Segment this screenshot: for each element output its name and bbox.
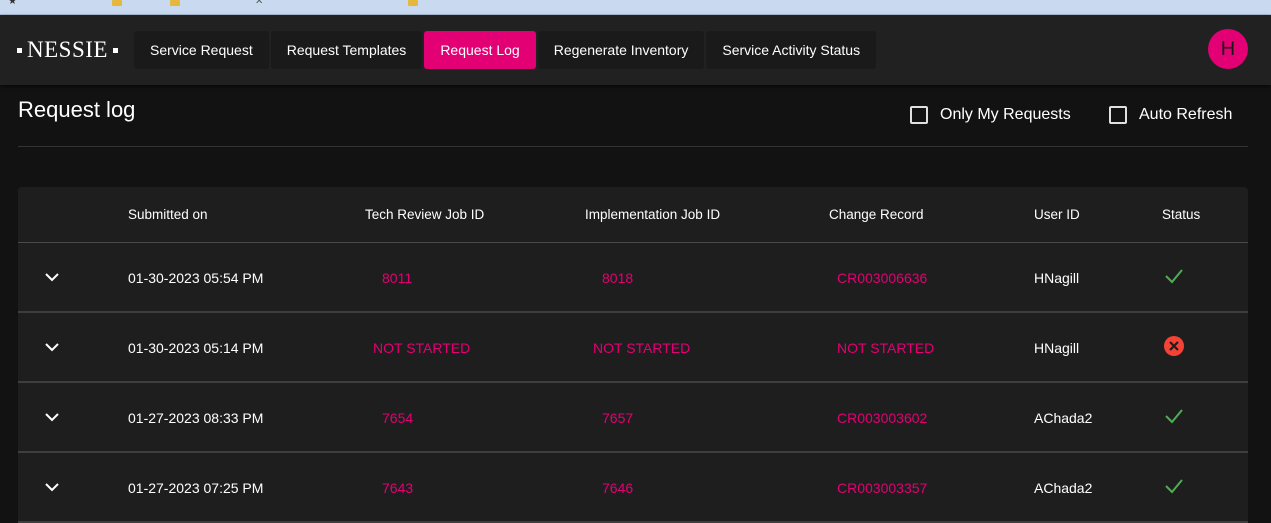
check-icon bbox=[1165, 269, 1183, 284]
tech-review-job-link[interactable]: NOT STARTED bbox=[373, 340, 470, 356]
tab-service-activity-status[interactable]: Service Activity Status bbox=[706, 31, 877, 69]
check-icon bbox=[1165, 409, 1183, 424]
error-icon bbox=[1164, 336, 1184, 356]
column-header-implementation-job-id[interactable]: Implementation Job ID bbox=[585, 207, 720, 222]
request-log-table: Submitted on Tech Review Job ID Implemen… bbox=[18, 187, 1248, 523]
bookmark-icon[interactable]: ✕ bbox=[255, 0, 263, 7]
app-header: NESSIE Service Request Request Templates… bbox=[0, 15, 1271, 85]
table-header: Submitted on Tech Review Job ID Implemen… bbox=[18, 187, 1248, 243]
implementation-job-link[interactable]: 7646 bbox=[602, 480, 633, 496]
change-record-link[interactable]: CR003006636 bbox=[837, 270, 927, 286]
star-icon[interactable]: ★ bbox=[8, 0, 17, 7]
user-id-cell: AChada2 bbox=[1034, 410, 1093, 426]
tech-review-job-link[interactable]: 7643 bbox=[382, 480, 413, 496]
column-header-tech-review-job-id[interactable]: Tech Review Job ID bbox=[365, 207, 484, 222]
folder-icon[interactable] bbox=[408, 0, 418, 6]
table-row: 01-30-2023 05:54 PM 8011 8018 CR00300663… bbox=[18, 243, 1248, 313]
tech-review-job-link[interactable]: 7654 bbox=[382, 410, 413, 426]
submitted-on-cell: 01-27-2023 07:25 PM bbox=[128, 480, 264, 496]
user-id-cell: HNagill bbox=[1034, 270, 1080, 286]
tech-review-job-link[interactable]: 8011 bbox=[382, 270, 412, 286]
only-my-requests-checkbox[interactable]: Only My Requests bbox=[910, 104, 1071, 126]
chevron-down-icon[interactable] bbox=[42, 407, 62, 427]
table-row: 01-27-2023 07:25 PM 7643 7646 CR00300335… bbox=[18, 453, 1248, 523]
page-title: Request log bbox=[18, 97, 136, 122]
table-row: 01-27-2023 08:33 PM 7654 7657 CR00300360… bbox=[18, 383, 1248, 453]
logo-mark-right bbox=[112, 47, 118, 53]
tab-service-request[interactable]: Service Request bbox=[134, 31, 269, 69]
only-my-requests-label: Only My Requests bbox=[940, 106, 1071, 123]
implementation-job-link[interactable]: 7657 bbox=[602, 410, 633, 426]
submitted-on-cell: 01-27-2023 08:33 PM bbox=[128, 410, 264, 426]
column-header-status[interactable]: Status bbox=[1162, 207, 1200, 222]
change-record-link[interactable]: CR003003602 bbox=[837, 410, 927, 426]
submitted-on-cell: 01-30-2023 05:54 PM bbox=[128, 270, 264, 286]
chevron-down-icon[interactable] bbox=[42, 477, 62, 497]
implementation-job-link[interactable]: NOT STARTED bbox=[593, 340, 690, 356]
check-icon bbox=[1165, 479, 1183, 494]
user-id-cell: AChada2 bbox=[1034, 480, 1093, 496]
column-header-change-record[interactable]: Change Record bbox=[829, 207, 924, 222]
user-avatar[interactable]: H bbox=[1208, 29, 1248, 69]
tab-regenerate-inventory[interactable]: Regenerate Inventory bbox=[537, 31, 705, 69]
checkbox-icon[interactable] bbox=[910, 106, 928, 124]
browser-bookmarks-bar: ★ ✕ bbox=[0, 0, 1271, 15]
header-divider bbox=[18, 146, 1248, 147]
column-header-user-id[interactable]: User ID bbox=[1034, 207, 1080, 222]
user-id-cell: HNagill bbox=[1034, 340, 1080, 356]
nessie-logo[interactable]: NESSIE bbox=[17, 37, 118, 63]
chevron-down-icon[interactable] bbox=[42, 267, 62, 287]
change-record-link[interactable]: CR003003357 bbox=[837, 480, 927, 496]
checkbox-icon[interactable] bbox=[1109, 106, 1127, 124]
column-header-submitted-on[interactable]: Submitted on bbox=[128, 207, 208, 222]
table-row: 01-30-2023 05:14 PM NOT STARTED NOT STAR… bbox=[18, 313, 1248, 383]
auto-refresh-label: Auto Refresh bbox=[1139, 106, 1233, 123]
folder-icon[interactable] bbox=[170, 0, 180, 6]
logo-text: NESSIE bbox=[27, 37, 108, 62]
tab-request-templates[interactable]: Request Templates bbox=[270, 31, 423, 69]
folder-icon[interactable] bbox=[112, 0, 122, 6]
tab-request-log[interactable]: Request Log bbox=[424, 31, 536, 69]
submitted-on-cell: 01-30-2023 05:14 PM bbox=[128, 340, 264, 356]
main-nav: Service Request Request Templates Reques… bbox=[134, 31, 877, 69]
implementation-job-link[interactable]: 8018 bbox=[602, 270, 633, 286]
logo-mark-left bbox=[17, 47, 22, 53]
auto-refresh-checkbox[interactable]: Auto Refresh bbox=[1109, 104, 1232, 126]
chevron-down-icon[interactable] bbox=[42, 337, 62, 357]
change-record-link[interactable]: NOT STARTED bbox=[837, 340, 934, 356]
